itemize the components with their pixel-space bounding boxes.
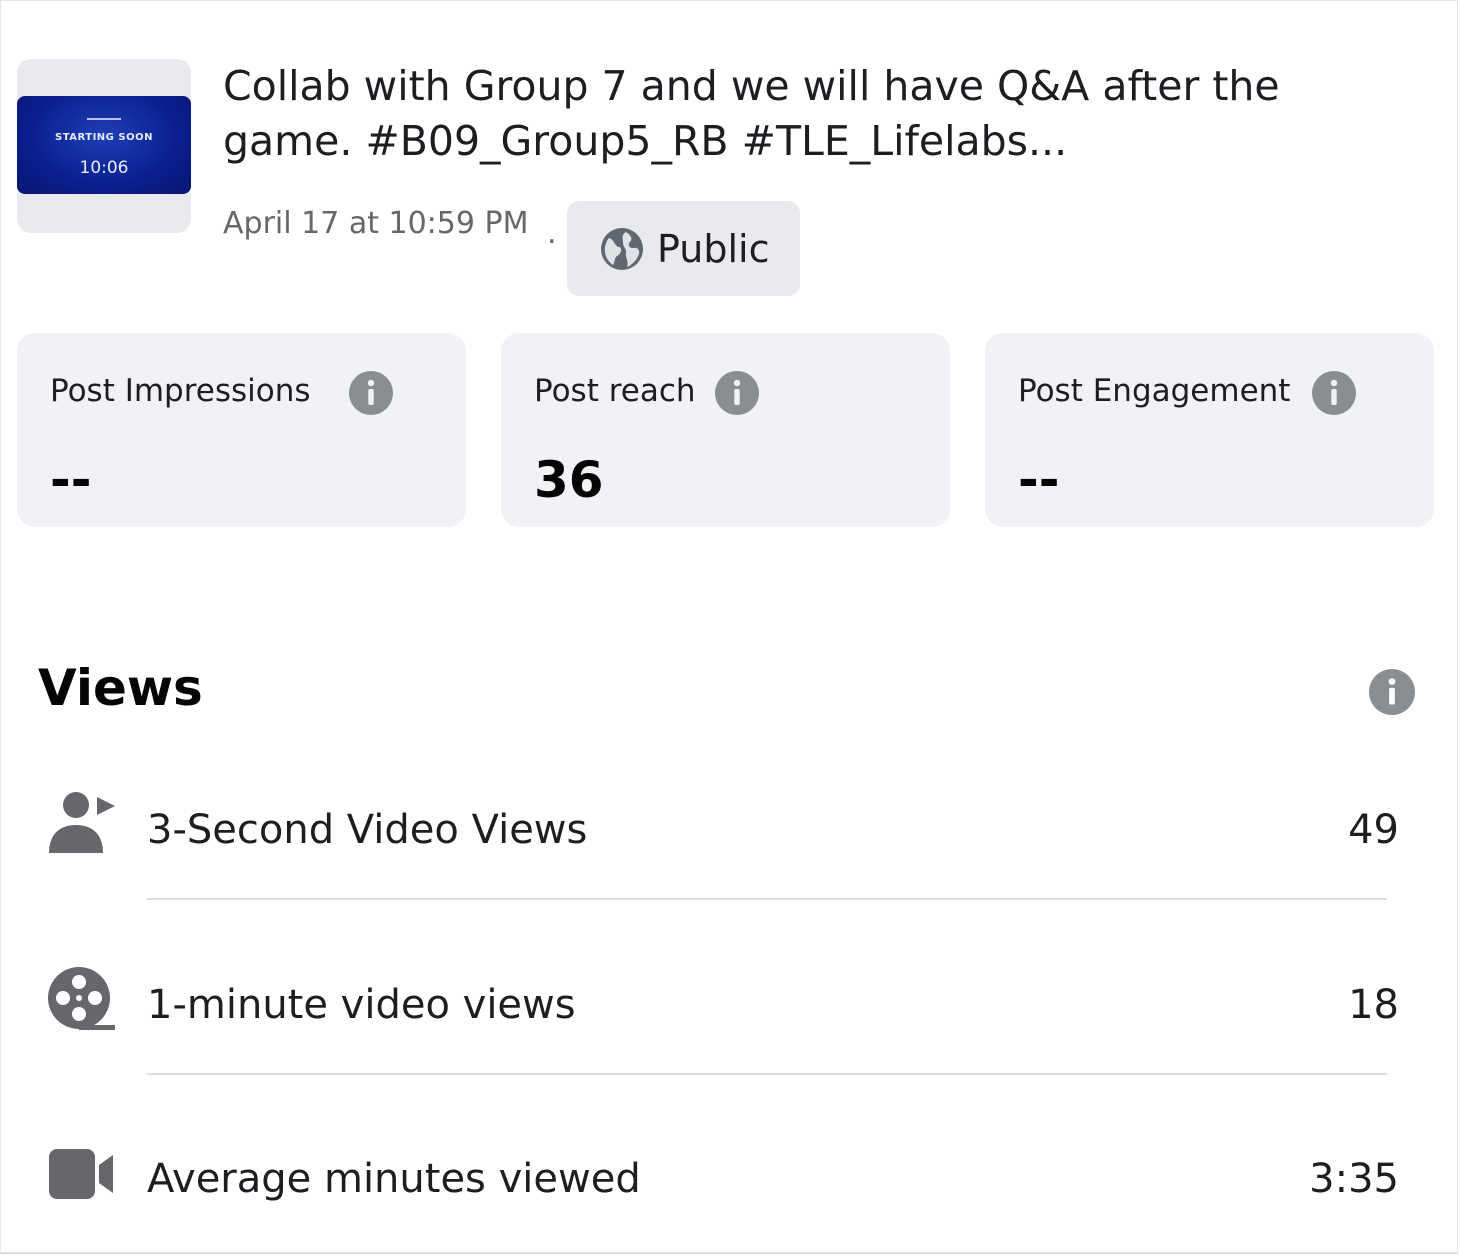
thumbnail-decoration	[87, 118, 121, 120]
stat-card-engagement: Post Engagement --	[985, 333, 1434, 527]
info-icon[interactable]	[1312, 371, 1356, 415]
views-row-label: 1-minute video views	[147, 982, 576, 1028]
film-reel-icon	[48, 967, 115, 1030]
stat-label: Post Impressions	[50, 373, 311, 409]
video-camera-icon	[49, 1149, 113, 1199]
views-heading: Views	[38, 659, 203, 717]
views-row-value: 18	[1348, 982, 1399, 1028]
row-divider	[147, 898, 1387, 900]
post-timestamp: April 17 at 10:59 PM	[223, 206, 529, 241]
insights-panel: STARTING SOON 10:06 Collab with Group 7 …	[0, 0, 1458, 1254]
stat-value: --	[1018, 451, 1060, 509]
meta-separator: .	[547, 216, 557, 251]
stat-value: 36	[534, 451, 604, 509]
stat-card-reach: Post reach 36	[501, 333, 950, 527]
globe-icon	[601, 227, 643, 270]
stat-value: --	[50, 451, 92, 509]
thumbnail-timer: 10:06	[79, 158, 129, 178]
person-play-icon	[49, 792, 115, 853]
views-row-label: Average minutes viewed	[147, 1156, 641, 1202]
post-title[interactable]: Collab with Group 7 and we will have Q&A…	[223, 59, 1403, 169]
audience-button[interactable]: Public	[567, 201, 800, 296]
thumbnail-image: STARTING SOON 10:06	[17, 96, 191, 194]
views-row-label: 3-Second Video Views	[147, 807, 588, 853]
thumbnail-text: STARTING SOON	[55, 132, 153, 143]
post-thumbnail[interactable]: STARTING SOON 10:06	[17, 59, 191, 233]
info-icon[interactable]	[1369, 669, 1415, 715]
views-row-value: 49	[1348, 807, 1399, 853]
stat-label: Post Engagement	[1018, 373, 1291, 409]
info-icon[interactable]	[349, 371, 393, 415]
views-row-value: 3:35	[1309, 1156, 1399, 1202]
info-icon[interactable]	[715, 371, 759, 415]
audience-label: Public	[657, 226, 770, 271]
stat-label: Post reach	[534, 373, 696, 409]
stat-card-impressions: Post Impressions --	[17, 333, 466, 527]
row-divider	[147, 1073, 1387, 1075]
